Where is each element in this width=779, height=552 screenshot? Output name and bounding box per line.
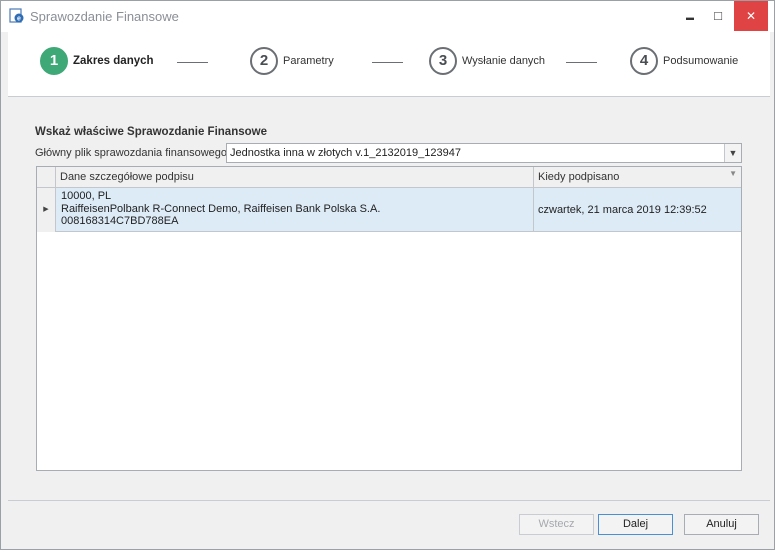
maximize-icon: □ — [714, 8, 722, 23]
section-title: Wskaż właściwe Sprawozdanie Finansowe — [35, 126, 267, 138]
next-button[interactable]: Dalej — [598, 514, 673, 535]
column-header-details[interactable]: Dane szczegółowe podpisu — [56, 167, 534, 188]
row-indicator-header — [37, 167, 56, 188]
svg-text:e: e — [17, 16, 21, 23]
cancel-button[interactable]: Anuluj — [684, 514, 759, 535]
grid-header: Dane szczegółowe podpisu Kiedy podpisano… — [37, 167, 741, 188]
step-1-number: 1 — [40, 47, 68, 75]
minimize-button[interactable]: ▬ — [676, 1, 704, 31]
title-bar: e Sprawozdanie Finansowe ▬ □ ✕ — [1, 1, 774, 32]
app-logo-icon: e — [9, 8, 25, 24]
cell-signed-date: czwartek, 21 marca 2019 12:39:52 — [538, 204, 707, 216]
column-header-signed-label: Kiedy podpisano — [538, 171, 620, 183]
step-2-number: 2 — [250, 47, 278, 75]
step-connector — [372, 62, 403, 63]
step-2-label: Parametry — [283, 55, 334, 67]
minimize-icon: ▬ — [686, 13, 694, 22]
file-select[interactable]: Jednostka inna w złotych v.1_2132019_123… — [226, 143, 742, 163]
signature-serial: 008168314C7BD788EA — [61, 215, 179, 227]
window-title: Sprawozdanie Finansowe — [30, 9, 179, 24]
filter-icon[interactable]: ▼ — [729, 169, 737, 178]
signature-issuer: RaiffeisenPolbank R-Connect Demo, Raiffe… — [61, 202, 381, 215]
row-pointer-icon: ▶ — [37, 188, 56, 232]
close-button[interactable]: ✕ — [734, 1, 768, 31]
table-row[interactable]: ▶ 10000, PL RaiffeisenPolbank R-Connect … — [37, 188, 741, 232]
signatures-grid: Dane szczegółowe podpisu Kiedy podpisano… — [36, 166, 742, 471]
footer-bar: Wstecz Dalej Anuluj — [8, 500, 770, 545]
main-content: Wskaż właściwe Sprawozdanie Finansowe Gł… — [8, 98, 770, 500]
app-window: e Sprawozdanie Finansowe ▬ □ ✕ 1 Zakres … — [0, 0, 775, 550]
file-select-label: Główny plik sprawozdania finansowego — [35, 147, 227, 159]
step-connector — [177, 62, 208, 63]
step-4-number: 4 — [630, 47, 658, 75]
wizard-steps: 1 Zakres danych 2 Parametry 3 Wysłanie d… — [8, 32, 770, 97]
maximize-button[interactable]: □ — [704, 1, 732, 31]
back-button[interactable]: Wstecz — [519, 514, 594, 535]
close-icon: ✕ — [745, 9, 757, 23]
cell-signature-details: 10000, PL RaiffeisenPolbank R-Connect De… — [56, 188, 534, 232]
chevron-down-icon[interactable]: ▼ — [724, 144, 741, 162]
file-select-value: Jednostka inna w złotych v.1_2132019_123… — [230, 147, 461, 159]
step-4-label: Podsumowanie — [663, 55, 739, 67]
step-3-number: 3 — [429, 47, 457, 75]
signature-location: 10000, PL — [61, 190, 112, 202]
step-3-label: Wysłanie danych — [462, 55, 546, 67]
step-1-label: Zakres danych — [73, 55, 154, 67]
column-header-signed[interactable]: Kiedy podpisano ▼ — [534, 167, 741, 188]
step-connector — [566, 62, 597, 63]
